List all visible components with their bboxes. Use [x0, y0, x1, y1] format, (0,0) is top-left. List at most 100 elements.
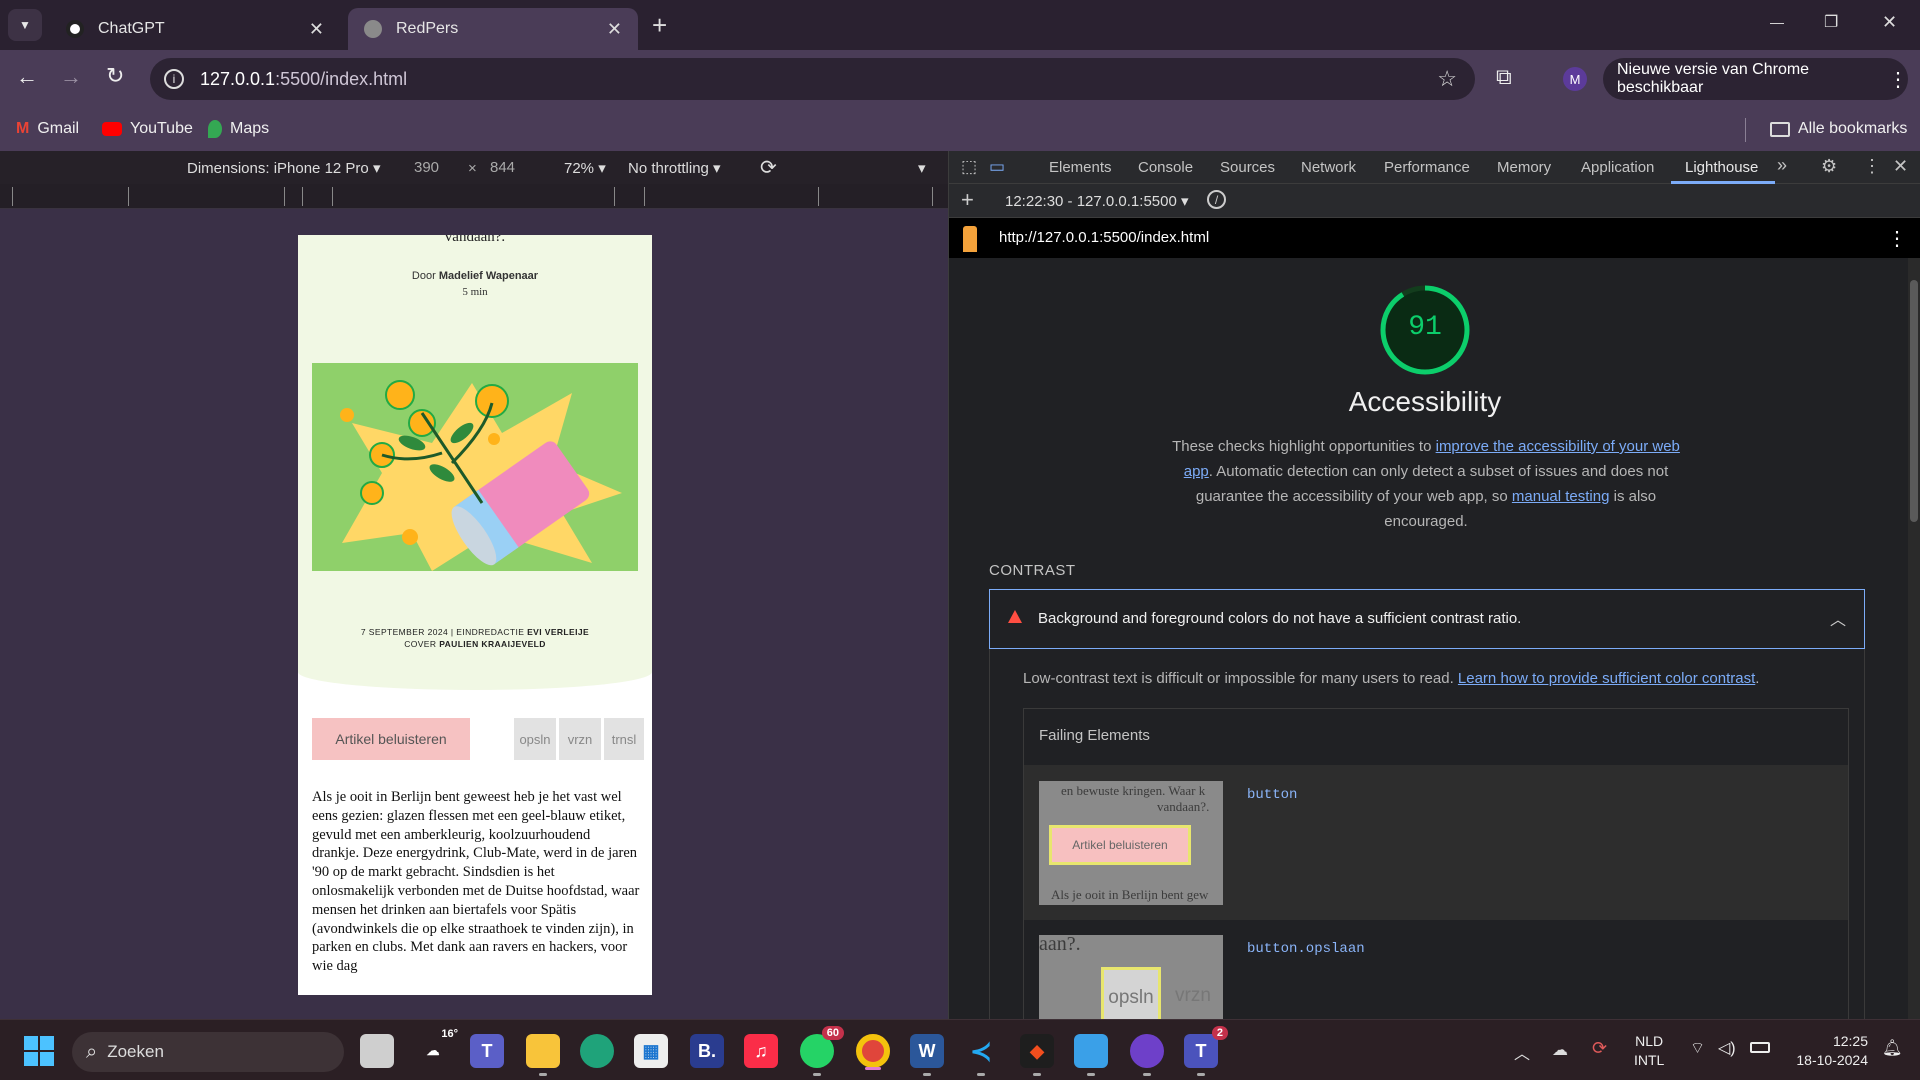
- tab-network[interactable]: Network: [1301, 159, 1356, 176]
- clock[interactable]: 12:25 18-10-2024: [1786, 1032, 1868, 1070]
- bookmark-maps[interactable]: Maps: [208, 120, 269, 138]
- window-close-button[interactable]: ✕: [1882, 12, 1897, 33]
- word-icon[interactable]: W: [910, 1034, 944, 1076]
- all-bookmarks[interactable]: Alle bookmarks: [1770, 120, 1907, 138]
- tab-memory[interactable]: Memory: [1497, 159, 1551, 176]
- tab-performance[interactable]: Performance: [1384, 159, 1470, 176]
- more-vert-icon: ⋮: [1888, 68, 1908, 91]
- more-tabs-icon[interactable]: »: [1777, 155, 1787, 176]
- device-mode-icon[interactable]: ▭: [989, 157, 1005, 177]
- plus-icon[interactable]: +: [961, 187, 974, 213]
- github-icon[interactable]: [1130, 1034, 1164, 1076]
- tab-sources[interactable]: Sources: [1220, 159, 1275, 176]
- close-icon[interactable]: ✕: [309, 19, 324, 40]
- listen-button[interactable]: Artikel beluisteren: [312, 718, 470, 760]
- tab-chatgpt[interactable]: ChatGPT ✕: [50, 8, 340, 50]
- whatsapp-icon[interactable]: 60: [800, 1026, 844, 1076]
- scrollbar-thumb[interactable]: [1910, 280, 1918, 522]
- new-tab-button[interactable]: +: [652, 10, 667, 41]
- tab-application[interactable]: Application: [1581, 159, 1654, 176]
- running-indicator: [923, 1073, 931, 1076]
- tab-search-button[interactable]: ▼: [8, 9, 42, 41]
- update-chrome-button[interactable]: Nieuwe versie van Chrome beschikbaar ⋮: [1603, 58, 1908, 100]
- music-icon[interactable]: ♫: [744, 1034, 778, 1068]
- weather-icon[interactable]: ☁ 16°: [416, 1028, 459, 1068]
- edge-icon[interactable]: [580, 1034, 614, 1068]
- paint-icon[interactable]: [1074, 1034, 1108, 1076]
- audit-header[interactable]: Background and foreground colors do not …: [989, 589, 1865, 649]
- snap-button: opsln: [1101, 967, 1161, 1019]
- clear-icon[interactable]: /: [1207, 190, 1226, 209]
- throttling-select[interactable]: No throttling ▾: [628, 159, 721, 177]
- selector[interactable]: button: [1247, 787, 1297, 803]
- media-query-ruler: [0, 184, 948, 209]
- restore-button[interactable]: ❐: [1824, 12, 1838, 32]
- report-selector[interactable]: 12:22:30 - 127.0.0.1:5500 ▾: [1005, 192, 1189, 210]
- battery-icon[interactable]: [1750, 1042, 1770, 1053]
- save-button[interactable]: opsln: [514, 718, 556, 760]
- running-indicator: [1197, 1073, 1205, 1076]
- zoom-select[interactable]: 72% ▾: [564, 159, 606, 177]
- read-later-button[interactable]: vrzn: [559, 718, 601, 760]
- failing-header: Failing Elements: [1039, 727, 1150, 744]
- volume-icon[interactable]: ◁): [1718, 1038, 1736, 1058]
- chevron-up-icon[interactable]: ︿: [1514, 1040, 1530, 1064]
- device-select[interactable]: Dimensions: iPhone 12 Pro ▾: [187, 159, 380, 177]
- running-indicator: [813, 1073, 821, 1076]
- close-icon[interactable]: ✕: [607, 19, 622, 40]
- manual-testing-link[interactable]: manual testing: [1512, 488, 1610, 505]
- bookmark-gmail[interactable]: M Gmail: [16, 120, 79, 138]
- teams-icon[interactable]: T: [470, 1034, 504, 1068]
- sync-icon[interactable]: ⟳: [1592, 1038, 1607, 1059]
- back-icon[interactable]: ←: [16, 64, 38, 90]
- more-vert-icon[interactable]: ⋮: [1887, 226, 1907, 251]
- wifi-icon[interactable]: ⌔: [1690, 1038, 1705, 1058]
- meta-editor: EVI VERLEIJE: [527, 627, 590, 637]
- booking-icon[interactable]: B.: [690, 1034, 724, 1068]
- tab-elements[interactable]: Elements: [1049, 159, 1112, 176]
- forward-icon[interactable]: →: [60, 64, 82, 90]
- report-scrollbar[interactable]: [1908, 258, 1920, 1019]
- tab-redpers[interactable]: RedPers ✕: [348, 8, 638, 50]
- height-input[interactable]: 844: [490, 159, 515, 176]
- address-bar[interactable]: i 127.0.0.1:5500/index.html ☆: [150, 58, 1475, 100]
- chevron-up-icon[interactable]: ︿: [1830, 606, 1846, 630]
- task-view-icon[interactable]: [360, 1034, 394, 1068]
- vscode-icon[interactable]: ≺: [964, 1034, 998, 1076]
- contrast-learn-link[interactable]: Learn how to provide sufficient color co…: [1458, 670, 1755, 687]
- windows-start-icon[interactable]: [22, 1034, 56, 1068]
- url-path: :5500/index.html: [275, 68, 408, 89]
- minimize-button[interactable]: —: [1770, 14, 1784, 30]
- notifications-icon[interactable]: 🔔︎: [1882, 1038, 1902, 1058]
- inspect-icon[interactable]: ⬚: [961, 157, 977, 177]
- extensions-icon[interactable]: ⧉: [1496, 64, 1512, 90]
- onedrive-icon[interactable]: ☁: [1552, 1040, 1568, 1060]
- figma-icon[interactable]: ◆: [1020, 1034, 1054, 1076]
- tab-lighthouse[interactable]: Lighthouse: [1685, 159, 1758, 176]
- avatar[interactable]: M: [1563, 67, 1587, 91]
- chrome-icon[interactable]: [856, 1034, 890, 1070]
- bookmark-star-icon[interactable]: ☆: [1437, 66, 1457, 92]
- rotate-icon[interactable]: ⟳: [760, 155, 777, 180]
- gear-icon[interactable]: ⚙: [1821, 156, 1837, 177]
- store-icon[interactable]: ▦: [634, 1034, 668, 1068]
- language-indicator[interactable]: NLD INTL: [1634, 1032, 1664, 1070]
- bookmark-youtube[interactable]: YouTube: [102, 120, 193, 138]
- selector[interactable]: button.opslaan: [1247, 941, 1365, 957]
- site-info-icon[interactable]: i: [164, 69, 184, 89]
- snap-text: en bewuste kringen. Waar k: [1061, 783, 1206, 798]
- more-vert-icon[interactable]: ⋮: [1863, 156, 1881, 177]
- translate-button[interactable]: trnsl: [604, 718, 644, 760]
- width-input[interactable]: 390: [414, 159, 439, 176]
- zoom-value: 72%: [564, 160, 595, 177]
- close-icon[interactable]: ✕: [1893, 156, 1908, 177]
- times-label: ×: [468, 160, 477, 177]
- search-icon: ⌕: [86, 1040, 98, 1063]
- tab-console[interactable]: Console: [1138, 159, 1193, 176]
- file-explorer-icon[interactable]: [526, 1034, 560, 1076]
- caret-down-icon[interactable]: ▾: [918, 159, 926, 177]
- lighthouse-toolbar: + 12:22:30 - 127.0.0.1:5500 ▾ /: [949, 184, 1920, 218]
- reload-icon[interactable]: ↻: [106, 63, 124, 89]
- teams-work-icon[interactable]: T2: [1184, 1026, 1228, 1076]
- taskbar-search[interactable]: ⌕ Zoeken: [72, 1032, 344, 1072]
